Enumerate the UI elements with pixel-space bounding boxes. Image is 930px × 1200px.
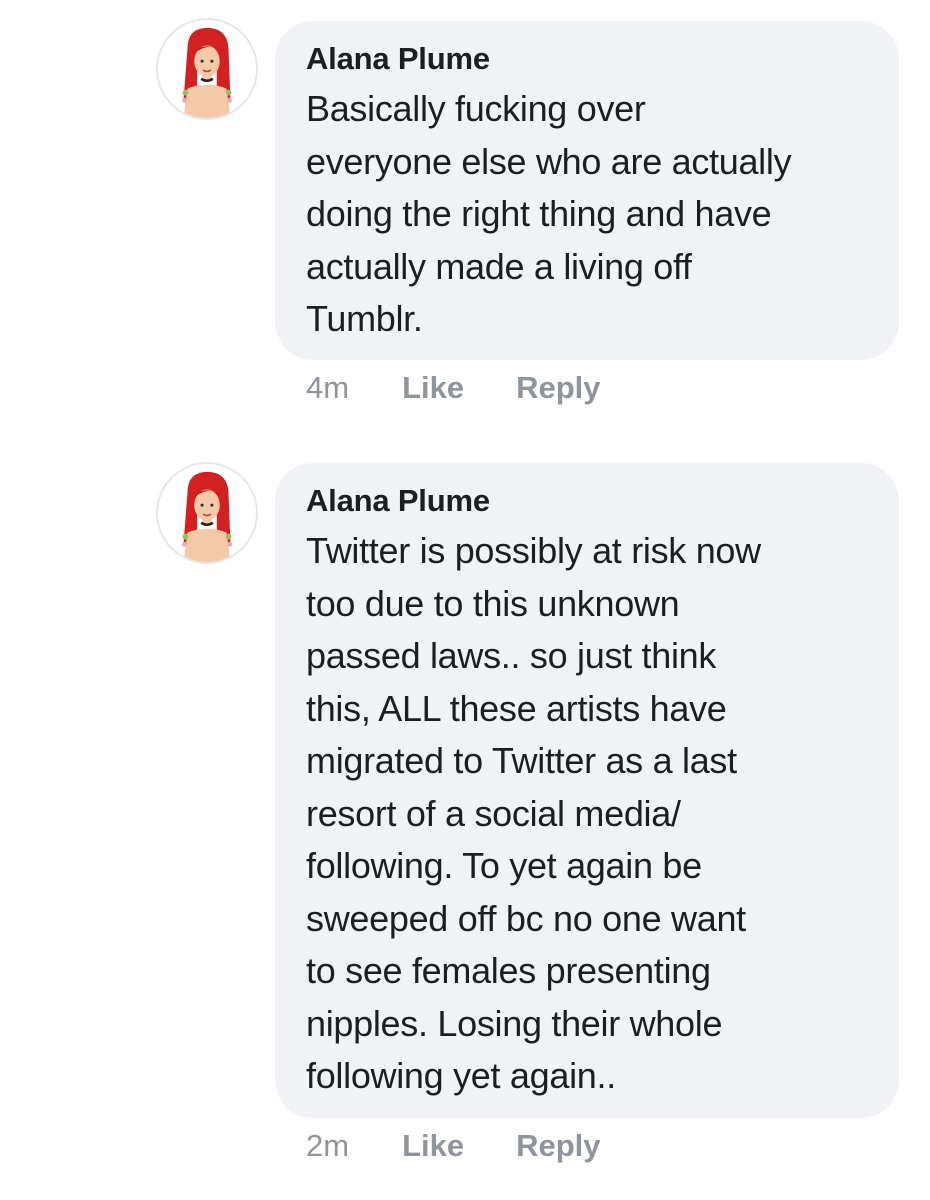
avatar[interactable]	[156, 462, 258, 564]
comment-line: too due to this unknown	[306, 582, 680, 624]
comment-line: this, ALL these artists have	[306, 687, 727, 729]
comment-text: Basically fucking over everyone else who…	[306, 83, 879, 346]
comment-line: following. To yet again be	[306, 845, 702, 886]
like-button[interactable]: Like	[402, 370, 464, 406]
comment-author[interactable]: Alana Plume	[306, 483, 879, 519]
comment-line: nipples. Losing their whole	[306, 1002, 723, 1044]
comment-actions: 4m Like Reply	[306, 368, 601, 408]
comment-timestamp: 4m	[306, 370, 350, 405]
comment-text: Twitter is possibly at risk now too due …	[306, 525, 879, 1103]
comment-line: sweeped off bc no one want	[306, 897, 746, 939]
comment-line: Tumblr.	[306, 298, 423, 339]
comment-bubble: Alana Plume Twitter is possibly at risk …	[275, 463, 899, 1118]
comment-line: to see females presenting	[306, 950, 711, 991]
comment-line: doing the right thing and have	[306, 193, 772, 234]
avatar-illustration	[182, 27, 232, 118]
comment-line: Twitter is possibly at risk now	[306, 530, 761, 571]
reply-button[interactable]: Reply	[516, 370, 600, 406]
avatar-illustration	[182, 471, 232, 562]
comment-line: Basically fucking over	[306, 88, 646, 129]
comment-timestamp: 2m	[306, 1128, 350, 1163]
comment-line: passed laws.. so just think	[306, 635, 717, 676]
comment-bubble: Alana Plume Basically fucking over every…	[275, 21, 899, 360]
avatar[interactable]	[156, 18, 258, 120]
reply-button[interactable]: Reply	[516, 1128, 600, 1164]
like-button[interactable]: Like	[402, 1128, 464, 1164]
comment-line: resort of a social media/	[306, 792, 681, 834]
comment-line: following yet again..	[306, 1055, 616, 1096]
comment-actions: 2m Like Reply	[306, 1126, 601, 1166]
comment-line: migrated to Twitter as a last	[306, 740, 737, 781]
comment-line: everyone else who are actually	[306, 140, 792, 182]
comment-author[interactable]: Alana Plume	[306, 41, 879, 77]
comment-line: actually made a living off	[306, 245, 692, 287]
